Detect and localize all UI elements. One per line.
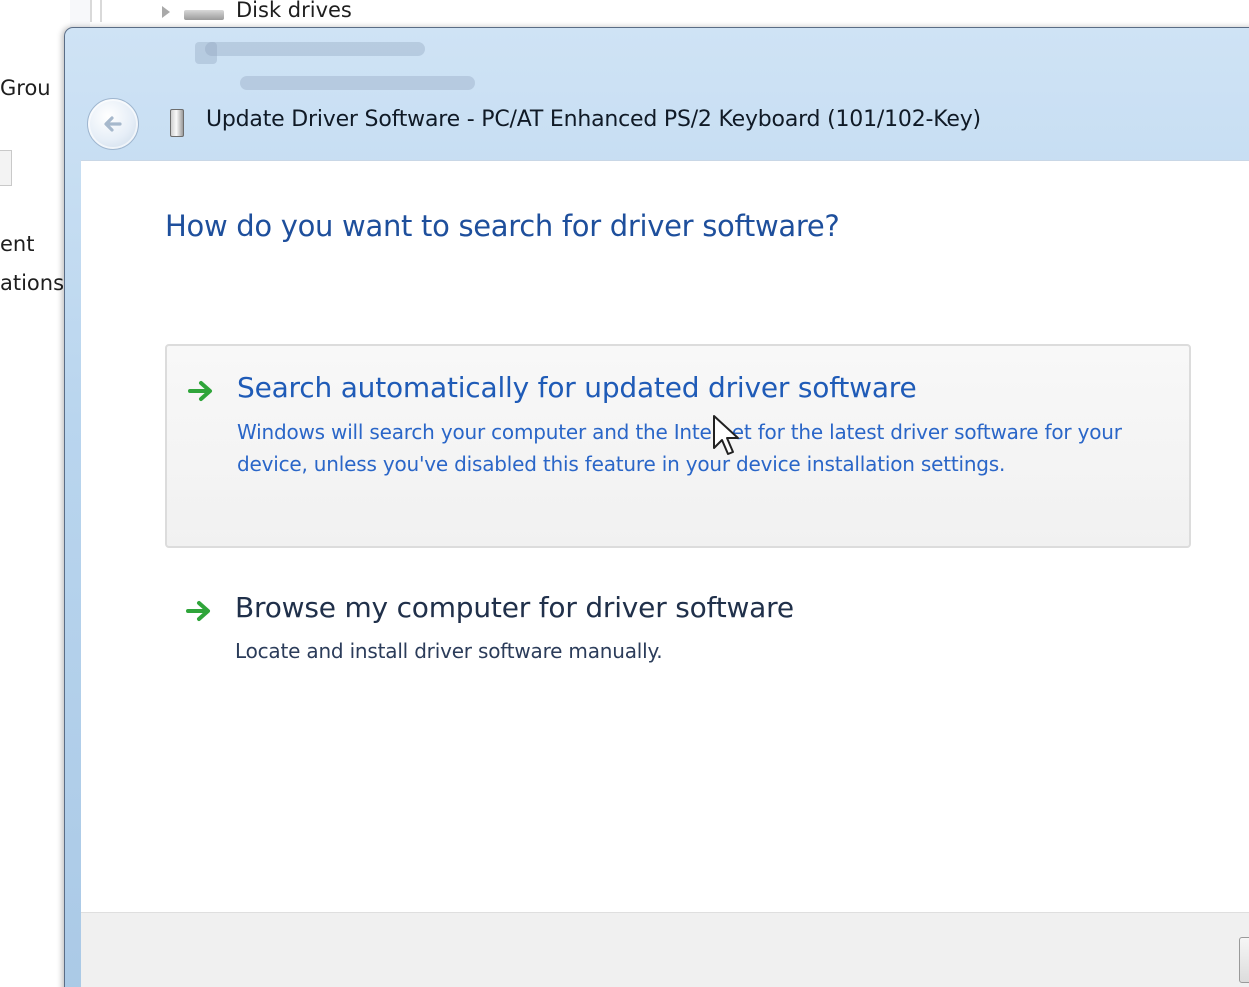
side-panel-text-group: Grou [0,76,51,100]
back-button[interactable] [87,98,139,150]
browse-computer-description: Locate and install driver software manua… [235,639,663,663]
side-panel-scroll-edge [0,150,12,186]
screen: Grou ent ations Disk drives Update Drive… [0,0,1249,987]
browse-computer-title[interactable]: Browse my computer for driver software [235,591,794,624]
wizard-content: How do you want to search for driver sof… [81,160,1249,913]
green-arrow-icon [188,381,212,401]
window-title: Update Driver Software - PC/AT Enhanced … [206,107,981,132]
wizard-title-bar: Update Driver Software - PC/AT Enhanced … [65,28,1249,160]
side-panel-text-applications: ations [0,271,65,295]
device-manager-side-panel: Grou ent ations [0,0,70,987]
blurred-background-item [205,42,425,56]
green-arrow-icon [186,601,210,621]
update-driver-wizard-window: Update Driver Software - PC/AT Enhanced … [64,27,1249,987]
cancel-button[interactable] [1239,937,1249,983]
tree-expander-icon[interactable] [162,6,170,18]
search-automatically-option[interactable]: Search automatically for updated driver … [165,344,1191,548]
search-automatically-description: Windows will search your computer and th… [237,420,1122,476]
disk-drive-icon [184,10,224,20]
back-arrow-icon [104,116,122,132]
mouse-cursor-icon [713,415,739,455]
keyboard-device-icon [170,109,184,137]
blurred-background-item [240,76,475,90]
blurred-background-icon [195,42,217,64]
side-panel-text-management: ent [0,232,35,256]
tree-item-disk-drives[interactable]: Disk drives [236,0,352,22]
page-heading: How do you want to search for driver sof… [165,209,840,243]
search-automatically-title[interactable]: Search automatically for updated driver … [237,371,917,404]
device-tree-divider [90,0,102,22]
browse-computer-option[interactable]: Browse my computer for driver software L… [165,581,1187,671]
wizard-button-bar [81,912,1249,987]
